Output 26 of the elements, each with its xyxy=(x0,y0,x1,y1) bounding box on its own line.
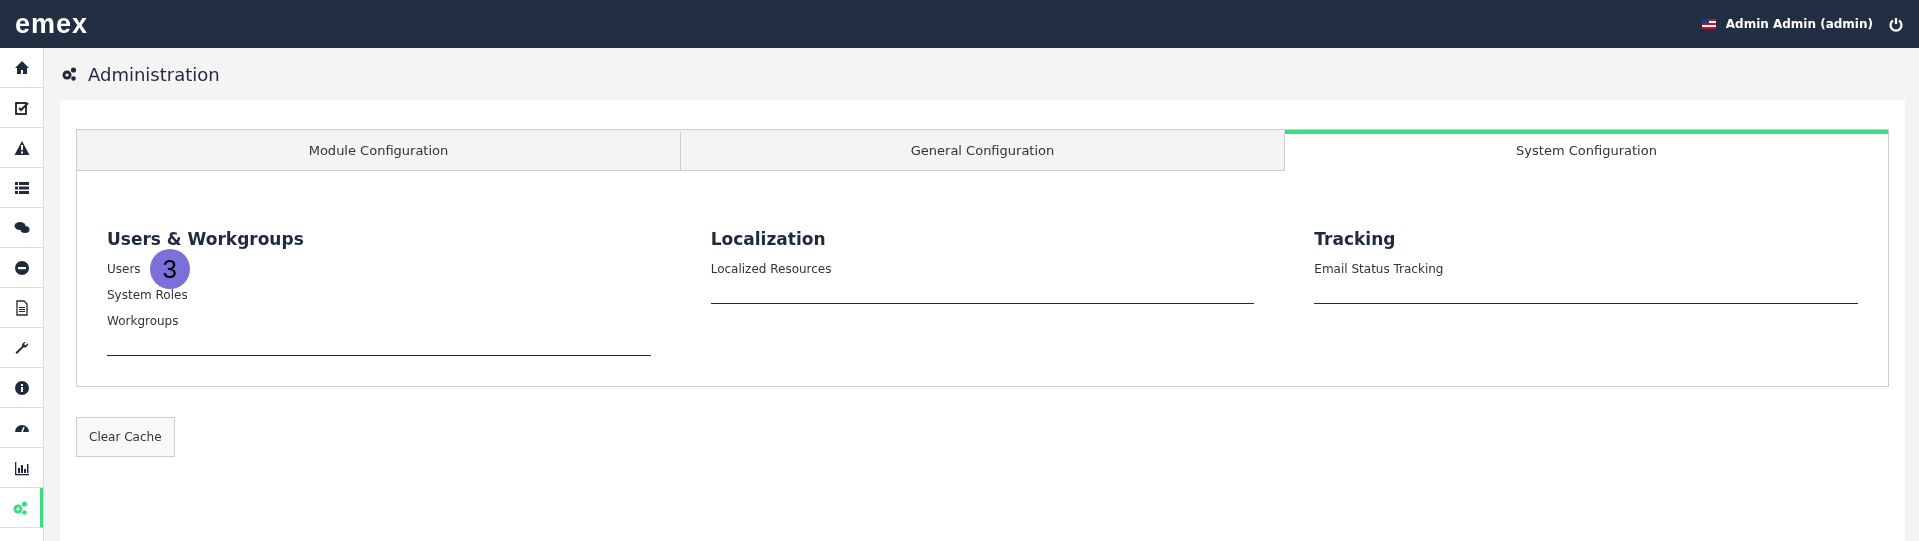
section-heading: Localization xyxy=(710,229,827,249)
minus-icon xyxy=(13,259,30,276)
info-icon xyxy=(13,379,30,396)
wrench-icon xyxy=(13,339,30,356)
section-link[interactable]: Users xyxy=(107,262,141,276)
tab[interactable]: Module Configuration xyxy=(77,130,681,170)
section-link[interactable]: Workgroups xyxy=(107,314,179,328)
list-icon xyxy=(13,179,30,196)
flag-icon[interactable] xyxy=(1701,19,1716,29)
power-icon[interactable] xyxy=(1889,16,1903,32)
section-link[interactable]: Email Status Tracking xyxy=(1314,262,1444,276)
chart-icon xyxy=(13,459,30,476)
section-heading: Users & Workgroups xyxy=(107,229,305,249)
tasks-icon xyxy=(13,99,30,116)
section-heading: Tracking xyxy=(1314,229,1397,249)
document-icon xyxy=(13,299,30,316)
clear-cache-button[interactable]: Clear Cache xyxy=(76,417,175,457)
logo[interactable]: emex xyxy=(15,8,89,40)
section-link[interactable]: Localized Resources xyxy=(710,262,832,276)
tab[interactable]: System Configuration xyxy=(1285,130,1888,171)
user-name[interactable]: Admin Admin (admin) xyxy=(1725,17,1873,31)
step-badge: 3 xyxy=(149,249,190,289)
warning-icon xyxy=(13,139,30,156)
home-icon xyxy=(13,59,30,76)
page-title: Administration xyxy=(88,63,220,85)
section-link[interactable]: System Roles xyxy=(107,288,188,302)
